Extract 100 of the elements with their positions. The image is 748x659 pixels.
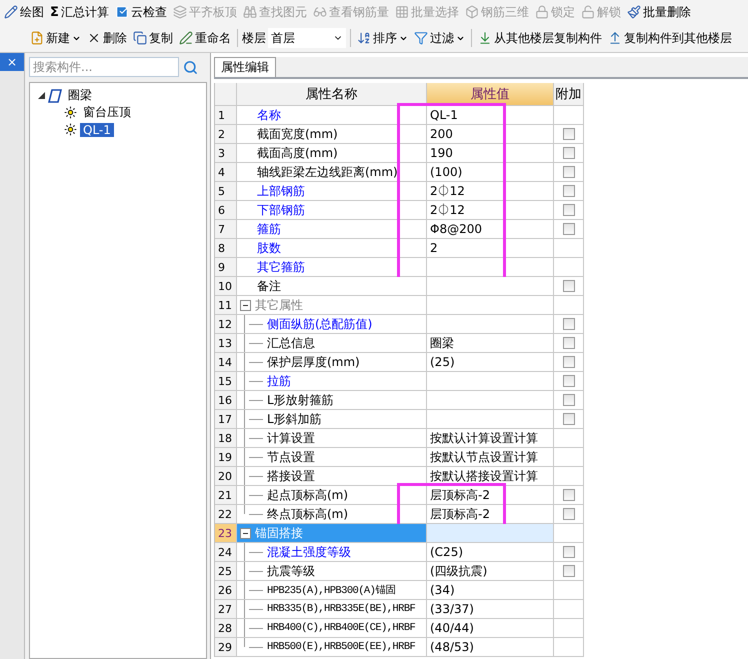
search-icon[interactable] [183,60,198,74]
property-value-cell[interactable] [427,372,554,391]
checkbox[interactable] [562,185,574,197]
property-value-cell[interactable]: 层顶标高-2 [427,505,554,524]
property-value-cell[interactable]: (33/37) [427,600,554,619]
property-value-cell[interactable] [427,277,554,296]
floor-dropdown[interactable]: 首层 [268,28,346,48]
property-name-cell[interactable]: 截面宽度(mm) [237,125,427,144]
property-value-cell[interactable]: QL-1 [427,106,554,125]
property-value-cell[interactable]: 200 [427,125,554,144]
property-value-cell[interactable] [427,410,554,429]
toolbar-button[interactable]: 删除 [85,30,129,46]
property-name-cell[interactable]: 截面高度(mm) [237,144,427,163]
property-name-cell[interactable]: L形放射箍筋 [237,391,427,410]
property-value-cell[interactable] [427,391,554,410]
checkbox[interactable] [562,337,574,349]
toolbar-button[interactable]: 过滤 [412,30,467,46]
property-name-cell[interactable]: 上部钢筋 [237,182,427,201]
tree-item[interactable]: QL-1 [80,122,114,136]
property-value-cell[interactable]: 190 [427,144,554,163]
property-name-cell[interactable]: 搭接设置 [237,467,427,486]
property-name-cell[interactable]: 轴线距梁左边线距离(mm) [237,163,427,182]
checkbox[interactable] [562,413,574,425]
checkbox[interactable] [562,280,574,292]
property-value-cell[interactable]: (25) [427,353,554,372]
property-value-cell[interactable]: (48/53) [427,638,554,657]
property-name-cell[interactable]: 下部钢筋 [237,201,427,220]
checkbox[interactable] [562,356,574,368]
property-name-cell[interactable]: HRB400(C),HRB400E(CE),HRBF [237,619,427,638]
property-name-cell[interactable]: 箍筋 [237,220,427,239]
property-name-cell[interactable]: 肢数 [237,239,427,258]
property-name-cell[interactable]: 抗震等级 [237,562,427,581]
property-name-cell[interactable]: 侧面纵筋(总配筋值) [237,315,427,334]
property-value-cell[interactable]: 按默认搭接设置计算 [427,467,554,486]
toolbar-button[interactable]: 绘图 [2,4,46,20]
collapse-toggle[interactable] [240,300,251,310]
checkbox[interactable] [562,147,574,159]
property-name-cell[interactable]: 汇总信息 [237,334,427,353]
property-value-cell[interactable]: 圈梁 [427,334,554,353]
property-value-cell[interactable]: (100) [427,163,554,182]
property-value-cell[interactable]: 按默认节点设置计算 [427,448,554,467]
property-value-cell[interactable] [427,524,554,543]
checkbox[interactable] [562,565,574,577]
property-value-cell[interactable]: 2 [427,239,554,258]
tab[interactable]: 属性编辑 [214,57,276,77]
toolbar-button[interactable]: 从其他楼层复制构件 [476,30,604,46]
checkbox[interactable] [562,546,574,558]
checkbox[interactable] [562,166,574,178]
property-value-cell[interactable]: Φ8@200 [427,220,554,239]
toolbar-button[interactable]: 云检查 [112,4,169,20]
toolbar-button[interactable]: 复制构件到其他楼层 [606,30,734,46]
toolbar-button[interactable]: Σ 汇总计算 [48,4,111,20]
property-value-cell[interactable]: 层顶标高-2 [427,486,554,505]
checkbox[interactable] [562,223,574,235]
checkbox[interactable] [562,489,574,501]
property-value-cell[interactable]: (34) [427,581,554,600]
property-name-cell[interactable]: 拉筋 [237,372,427,391]
expand-triangle-icon[interactable] [38,92,45,99]
toolbar-button[interactable]: 新建 [28,30,83,46]
property-value-cell[interactable]: (C25) [427,543,554,562]
toolbar-button[interactable]: 批量删除 [624,4,693,20]
column-header[interactable]: 属性名称 [237,83,427,106]
checkbox[interactable] [562,508,574,520]
search-field[interactable]: 搜索构件... [29,57,179,77]
toolbar-button[interactable]: 排序 [355,30,410,46]
column-header[interactable]: 附加 [554,83,584,106]
property-name-cell[interactable]: 其它箍筋 [237,258,427,277]
checkbox[interactable] [562,394,574,406]
property-name-cell[interactable]: 计算设置 [237,429,427,448]
property-name-cell[interactable]: HRB500(E),HRB500E(EE),HRBF [237,638,427,657]
property-value-cell[interactable] [427,296,554,315]
property-name-cell[interactable]: 混凝土强度等级 [237,543,427,562]
checkbox[interactable] [562,204,574,216]
toolbar-button[interactable]: 复制 [131,30,175,46]
property-value-cell[interactable]: (40/44) [427,619,554,638]
property-name-cell[interactable]: 起点顶标高(m) [237,486,427,505]
property-value-cell[interactable] [427,258,554,277]
property-value-cell[interactable]: 2⏀12 [427,182,554,201]
property-name-cell[interactable]: 名称 [237,106,427,125]
close-button[interactable]: × [0,53,24,71]
property-name-cell[interactable]: 保护层厚度(mm) [237,353,427,372]
checkbox[interactable] [562,318,574,330]
property-name-cell[interactable]: 备注 [237,277,427,296]
property-value-cell[interactable]: 按默认计算设置计算 [427,429,554,448]
tree-item[interactable]: 圈梁 [65,87,95,104]
property-value-cell[interactable]: 2⏀12 [427,201,554,220]
property-name-cell[interactable]: L形斜加筋 [237,410,427,429]
property-name-cell[interactable]: 终点顶标高(m) [237,505,427,524]
collapse-toggle[interactable] [240,528,251,538]
column-header[interactable]: 属性值 [427,83,554,106]
toolbar-button[interactable]: 重命名 [177,30,233,46]
property-name-cell[interactable]: HPB235(A),HPB300(A)锚固 [237,581,427,600]
property-name-cell[interactable]: 其它属性 [237,296,427,315]
property-name-cell[interactable]: 节点设置 [237,448,427,467]
checkbox[interactable] [562,128,574,140]
checkbox[interactable] [562,375,574,387]
tree-item[interactable]: 窗台压顶 [80,104,134,121]
property-value-cell[interactable]: (四级抗震) [427,562,554,581]
property-name-cell[interactable]: HRB335(B),HRB335E(BE),HRBF [237,600,427,619]
property-value-cell[interactable] [427,315,554,334]
